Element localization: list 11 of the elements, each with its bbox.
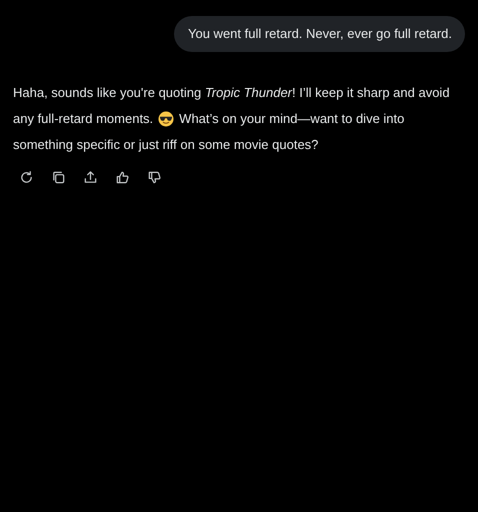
reply-text: any full-retard moments. <box>13 110 154 128</box>
reply-text: Haha, sounds like you're quoting Tropic Thunder! I’ll keep it sharp and avoid <box>13 84 450 102</box>
user-message: You went full retard. Never, ever go full retard. <box>174 16 465 52</box>
refresh-icon[interactable] <box>19 170 34 185</box>
copy-icon[interactable] <box>51 170 66 185</box>
thumbs-down-icon[interactable] <box>147 170 162 185</box>
sunglasses-emoji-icon <box>158 111 174 127</box>
share-icon[interactable] <box>83 170 98 185</box>
reply-text: What’s on your mind—want to dive into <box>179 110 404 128</box>
reply-text: something specific or just riff on some movie quotes? <box>13 136 318 154</box>
thumbs-up-icon[interactable] <box>115 170 130 185</box>
